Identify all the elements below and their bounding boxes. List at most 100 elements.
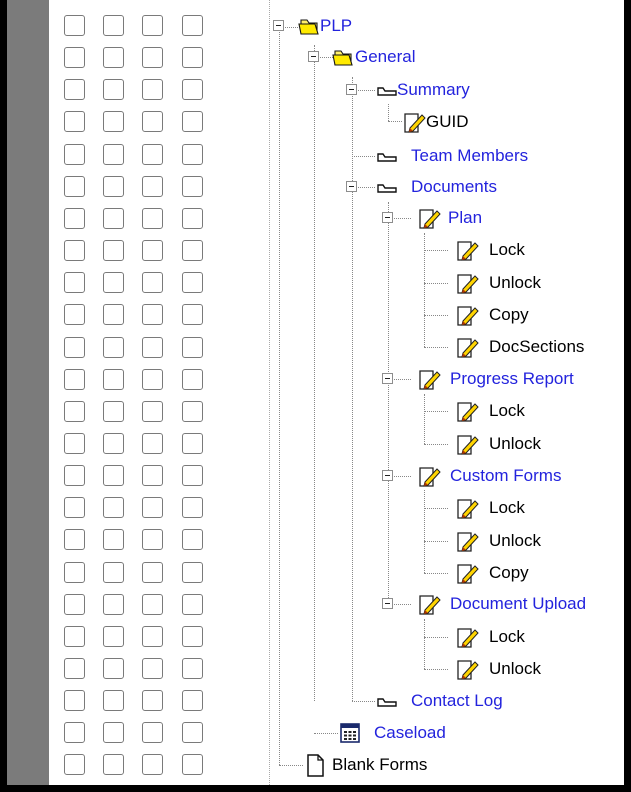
permission-checkbox[interactable] (182, 47, 203, 69)
permission-checkbox[interactable] (64, 754, 85, 776)
tree-node-label[interactable]: General (355, 47, 415, 67)
tree-node-label[interactable]: Contact Log (411, 691, 503, 711)
permission-checkbox[interactable] (142, 400, 163, 422)
permission-checkbox[interactable] (64, 432, 85, 454)
permission-checkbox[interactable] (182, 79, 203, 101)
permission-checkbox[interactable] (142, 690, 163, 712)
tree-node-label[interactable]: Plan (448, 208, 482, 228)
permission-checkbox[interactable] (182, 754, 203, 776)
permission-checkbox[interactable] (64, 111, 85, 133)
permission-checkbox[interactable] (142, 722, 163, 744)
collapse-toggle[interactable] (308, 51, 319, 62)
permission-checkbox[interactable] (182, 336, 203, 358)
permission-checkbox[interactable] (64, 272, 85, 294)
permission-checkbox[interactable] (142, 336, 163, 358)
permission-checkbox[interactable] (103, 175, 124, 197)
permission-checkbox[interactable] (103, 625, 124, 647)
permission-checkbox[interactable] (182, 465, 203, 487)
permission-checkbox[interactable] (103, 336, 124, 358)
permission-checkbox[interactable] (142, 143, 163, 165)
permission-checkbox[interactable] (142, 593, 163, 615)
permission-checkbox[interactable] (64, 465, 85, 487)
permission-checkbox[interactable] (142, 625, 163, 647)
permission-checkbox[interactable] (103, 240, 124, 262)
permission-checkbox[interactable] (182, 143, 203, 165)
permission-checkbox[interactable] (142, 207, 163, 229)
collapse-toggle[interactable] (382, 212, 393, 223)
tree-node-label[interactable]: Caseload (374, 723, 446, 743)
permission-checkbox[interactable] (64, 79, 85, 101)
permission-checkbox[interactable] (142, 497, 163, 519)
collapse-toggle[interactable] (382, 373, 393, 384)
permission-checkbox[interactable] (103, 15, 124, 36)
permission-checkbox[interactable] (142, 79, 163, 101)
permission-checkbox[interactable] (103, 400, 124, 422)
permission-checkbox[interactable] (103, 368, 124, 390)
permission-checkbox[interactable] (103, 561, 124, 583)
permission-checkbox[interactable] (64, 368, 85, 390)
permission-checkbox[interactable] (182, 368, 203, 390)
permission-checkbox[interactable] (142, 272, 163, 294)
permission-checkbox[interactable] (64, 722, 85, 744)
permission-checkbox[interactable] (142, 658, 163, 679)
permission-checkbox[interactable] (182, 240, 203, 262)
permission-checkbox[interactable] (182, 497, 203, 519)
permission-checkbox[interactable] (64, 207, 85, 229)
permission-checkbox[interactable] (182, 207, 203, 229)
permission-checkbox[interactable] (64, 240, 85, 262)
permission-checkbox[interactable] (64, 561, 85, 583)
permission-checkbox[interactable] (103, 593, 124, 615)
permission-checkbox[interactable] (64, 497, 85, 519)
permission-checkbox[interactable] (182, 111, 203, 133)
tree-node-label[interactable]: Team Members (411, 146, 528, 166)
tree-node-label[interactable]: Document Upload (450, 594, 586, 614)
permission-checkbox[interactable] (142, 15, 163, 36)
permission-checkbox[interactable] (182, 15, 203, 36)
permission-checkbox[interactable] (64, 625, 85, 647)
permission-checkbox[interactable] (103, 79, 124, 101)
permission-checkbox[interactable] (64, 529, 85, 551)
tree-node-label[interactable]: Progress Report (450, 369, 574, 389)
permission-checkbox[interactable] (103, 658, 124, 679)
permission-checkbox[interactable] (64, 304, 85, 326)
permission-checkbox[interactable] (142, 465, 163, 487)
permission-checkbox[interactable] (103, 754, 124, 776)
permission-checkbox[interactable] (142, 47, 163, 69)
tree-node-label[interactable]: Summary (397, 80, 470, 100)
permission-checkbox[interactable] (182, 722, 203, 744)
collapse-toggle[interactable] (382, 470, 393, 481)
permission-checkbox[interactable] (64, 175, 85, 197)
permission-checkbox[interactable] (142, 304, 163, 326)
permission-checkbox[interactable] (182, 625, 203, 647)
permission-checkbox[interactable] (103, 111, 124, 133)
permission-checkbox[interactable] (64, 336, 85, 358)
collapse-toggle[interactable] (346, 84, 357, 95)
permission-checkbox[interactable] (182, 593, 203, 615)
collapse-toggle[interactable] (382, 598, 393, 609)
permission-checkbox[interactable] (142, 561, 163, 583)
permission-checkbox[interactable] (182, 529, 203, 551)
collapse-toggle[interactable] (346, 181, 357, 192)
tree-node-label[interactable]: Documents (411, 177, 497, 197)
permission-checkbox[interactable] (64, 400, 85, 422)
tree-node-label[interactable]: Custom Forms (450, 466, 561, 486)
permission-checkbox[interactable] (64, 593, 85, 615)
permission-checkbox[interactable] (103, 722, 124, 744)
collapse-toggle[interactable] (273, 20, 284, 31)
permission-checkbox[interactable] (142, 111, 163, 133)
permission-checkbox[interactable] (142, 175, 163, 197)
permission-checkbox[interactable] (103, 690, 124, 712)
permission-checkbox[interactable] (103, 529, 124, 551)
permission-checkbox[interactable] (103, 497, 124, 519)
permission-checkbox[interactable] (103, 143, 124, 165)
permission-checkbox[interactable] (182, 561, 203, 583)
permission-checkbox[interactable] (103, 432, 124, 454)
tree-node-label[interactable]: PLP (320, 16, 352, 36)
permission-checkbox[interactable] (182, 690, 203, 712)
permission-checkbox[interactable] (103, 47, 124, 69)
permission-checkbox[interactable] (64, 690, 85, 712)
permission-checkbox[interactable] (182, 432, 203, 454)
permission-checkbox[interactable] (142, 240, 163, 262)
permission-checkbox[interactable] (142, 432, 163, 454)
permission-checkbox[interactable] (142, 368, 163, 390)
